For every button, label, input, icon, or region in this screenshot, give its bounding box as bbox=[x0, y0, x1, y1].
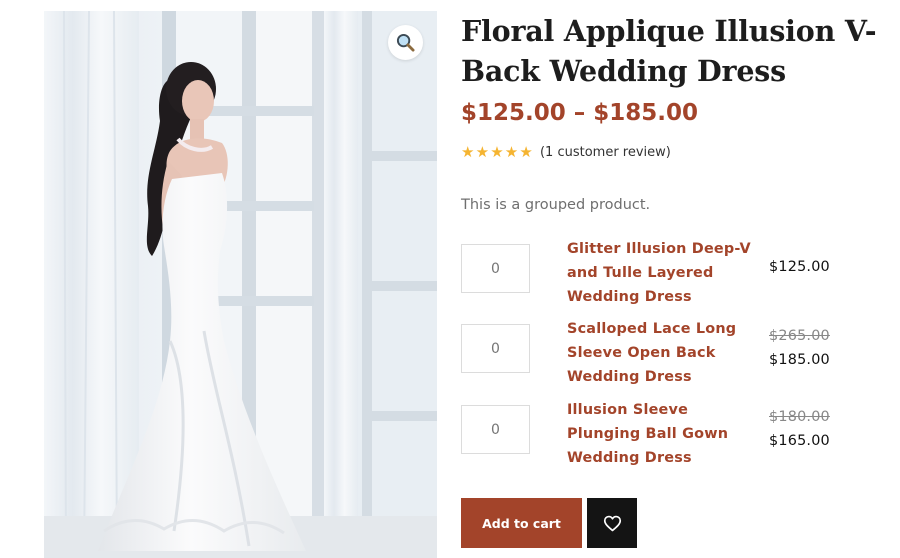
grouped-product-link[interactable]: Illusion Sleeve Plunging Ball Gown Weddi… bbox=[567, 398, 757, 470]
short-description: This is a grouped product. bbox=[461, 197, 651, 213]
grouped-product-price: $125.00 bbox=[769, 259, 830, 275]
grouped-product-sale-price: $185.00 bbox=[769, 352, 830, 368]
customer-review-link[interactable]: (1 customer review) bbox=[540, 145, 671, 160]
add-to-cart-button[interactable]: Add to cart bbox=[461, 498, 582, 548]
grouped-product-row: Scalloped Lace Long Sleeve Open Back Wed… bbox=[461, 321, 861, 398]
star-rating: ★ ★ ★ ★ ★ bbox=[461, 142, 534, 161]
heart-icon bbox=[603, 515, 621, 531]
image-zoom-button[interactable] bbox=[388, 25, 423, 60]
star-icon: ★ bbox=[504, 142, 519, 161]
product-title: Floral Applique Illusion V-Back Wedding … bbox=[461, 14, 877, 88]
quantity-input[interactable] bbox=[461, 405, 530, 454]
product-rating: ★ ★ ★ ★ ★ (1 customer review) bbox=[461, 142, 671, 162]
grouped-product-link[interactable]: Scalloped Lace Long Sleeve Open Back Wed… bbox=[567, 317, 757, 389]
star-icon: ★ bbox=[475, 142, 490, 161]
magnifier-icon bbox=[396, 33, 415, 52]
star-icon: ★ bbox=[490, 142, 504, 161]
grouped-product-row: Glitter Illusion Deep-V and Tulle Layere… bbox=[461, 241, 861, 318]
star-icon: ★ bbox=[519, 142, 533, 161]
price-range: $125.00 – $185.00 bbox=[461, 100, 699, 126]
wishlist-button[interactable] bbox=[587, 498, 637, 548]
product-image[interactable] bbox=[44, 11, 437, 558]
grouped-product-sale-price: $165.00 bbox=[769, 433, 830, 449]
product-page: Floral Applique Illusion V-Back Wedding … bbox=[0, 0, 900, 558]
grouped-product-link[interactable]: Glitter Illusion Deep-V and Tulle Layere… bbox=[567, 237, 757, 309]
grouped-product-regular-price: $180.00 bbox=[769, 409, 830, 425]
grouped-product-regular-price: $265.00 bbox=[769, 328, 830, 344]
star-icon: ★ bbox=[461, 142, 475, 161]
quantity-input[interactable] bbox=[461, 244, 530, 293]
grouped-product-row: Illusion Sleeve Plunging Ball Gown Weddi… bbox=[461, 402, 861, 479]
quantity-input[interactable] bbox=[461, 324, 530, 373]
